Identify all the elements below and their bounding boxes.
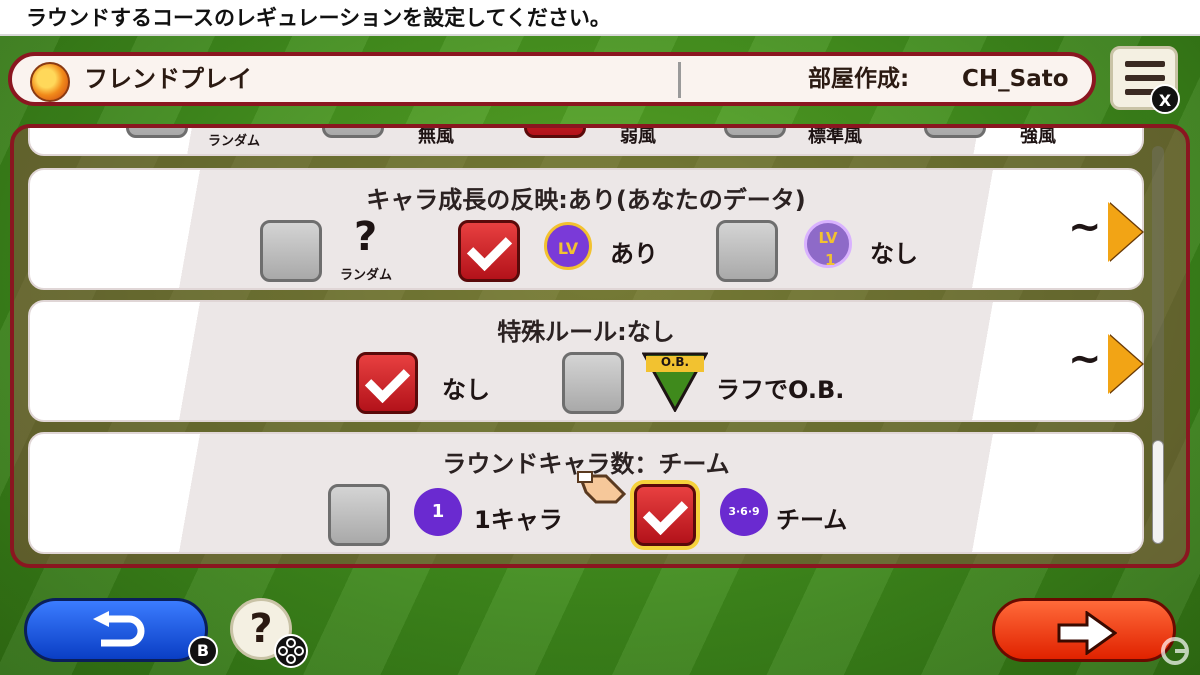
back-button[interactable]	[24, 598, 208, 662]
growth-random-label: ランダム	[340, 268, 393, 283]
room-name: CH_Sato	[962, 66, 1069, 92]
right-arrow-icon	[1057, 611, 1117, 655]
growth-off-checkbox[interactable]	[716, 220, 778, 282]
growth-more-tilde: ~	[1068, 204, 1102, 250]
instruction-bar: ラウンドするコースのレギュレーションを設定してください。	[0, 0, 1200, 36]
wind-random-label: ランダム	[208, 134, 261, 149]
team-icon: 3·6·9	[720, 488, 768, 536]
friend-play-icon	[30, 62, 70, 102]
header-title: フレンドプレイ	[84, 65, 252, 93]
special-rough-ob-checkbox[interactable]	[562, 352, 624, 414]
wind-weak-label: 弱風	[620, 126, 656, 147]
special-next-arrow[interactable]	[1108, 334, 1142, 394]
wind-strong-checkbox[interactable]	[924, 128, 986, 138]
rough-ob-icon-text: O.B.	[660, 355, 690, 369]
chars-team-checkbox[interactable]	[634, 484, 696, 546]
wind-standard-checkbox[interactable]	[724, 128, 786, 138]
wind-strong-label: 強風	[1020, 126, 1056, 147]
wind-none-checkbox[interactable]	[322, 128, 384, 138]
header-divider	[678, 62, 681, 98]
growth-row: キャラ成長の反映:あり(あなたのデータ) ? ランダム LV あり LV 1 な…	[28, 168, 1144, 290]
one-character-icon: 1	[414, 488, 462, 536]
growth-on-checkbox[interactable]	[458, 220, 520, 282]
next-button[interactable]	[992, 598, 1176, 662]
special-rough-ob-label: ラフでO.B.	[716, 376, 845, 404]
chars-team-label: チーム	[776, 506, 848, 534]
wind-weak-checkbox[interactable]	[524, 128, 586, 138]
special-none-checkbox[interactable]	[356, 352, 418, 414]
buttons-icon	[274, 634, 308, 668]
wind-standard-label: 標準風	[808, 126, 862, 147]
level-icon: LV	[544, 222, 592, 270]
level-locked-icon: LV 1	[804, 220, 852, 269]
special-rule-row: 特殊ルール:なし なし O.B. ラフでO.B. ~	[28, 300, 1144, 422]
menu-icon-line	[1125, 75, 1165, 81]
chars-one-label: 1キャラ	[474, 506, 563, 534]
room-label: 部屋作成:	[808, 66, 910, 92]
return-arrow-icon	[93, 611, 145, 647]
growth-off-label: なし	[870, 240, 918, 268]
menu-icon-line	[1125, 61, 1165, 67]
growth-next-arrow[interactable]	[1108, 202, 1142, 262]
question-icon: ?	[354, 214, 378, 260]
header-bar: フレンドプレイ 部屋作成: CH_Sato	[8, 52, 1096, 106]
special-rule-row-title: 特殊ルール:なし	[497, 318, 675, 346]
growth-random-checkbox[interactable]	[260, 220, 322, 282]
b-button-badge: B	[188, 636, 218, 666]
scrollbar-thumb[interactable]	[1152, 440, 1164, 544]
growth-on-label: あり	[610, 240, 658, 268]
level-locked-icon-sub: 1	[825, 251, 836, 269]
rough-ob-icon: O.B.	[641, 352, 709, 414]
x-button-badge: X	[1150, 84, 1180, 114]
wind-row: ランダム 無風 弱風 標準風 強風	[28, 126, 1144, 156]
chars-one-checkbox[interactable]	[328, 484, 390, 546]
pointer-hand-icon	[576, 458, 632, 506]
special-none-label: なし	[442, 376, 490, 404]
special-more-tilde: ~	[1068, 336, 1102, 382]
wind-random-checkbox[interactable]	[126, 128, 188, 138]
watermark-logo	[1160, 636, 1190, 666]
growth-row-title: キャラ成長の反映:あり(あなたのデータ)	[366, 186, 806, 214]
wind-none-label: 無風	[418, 126, 454, 147]
